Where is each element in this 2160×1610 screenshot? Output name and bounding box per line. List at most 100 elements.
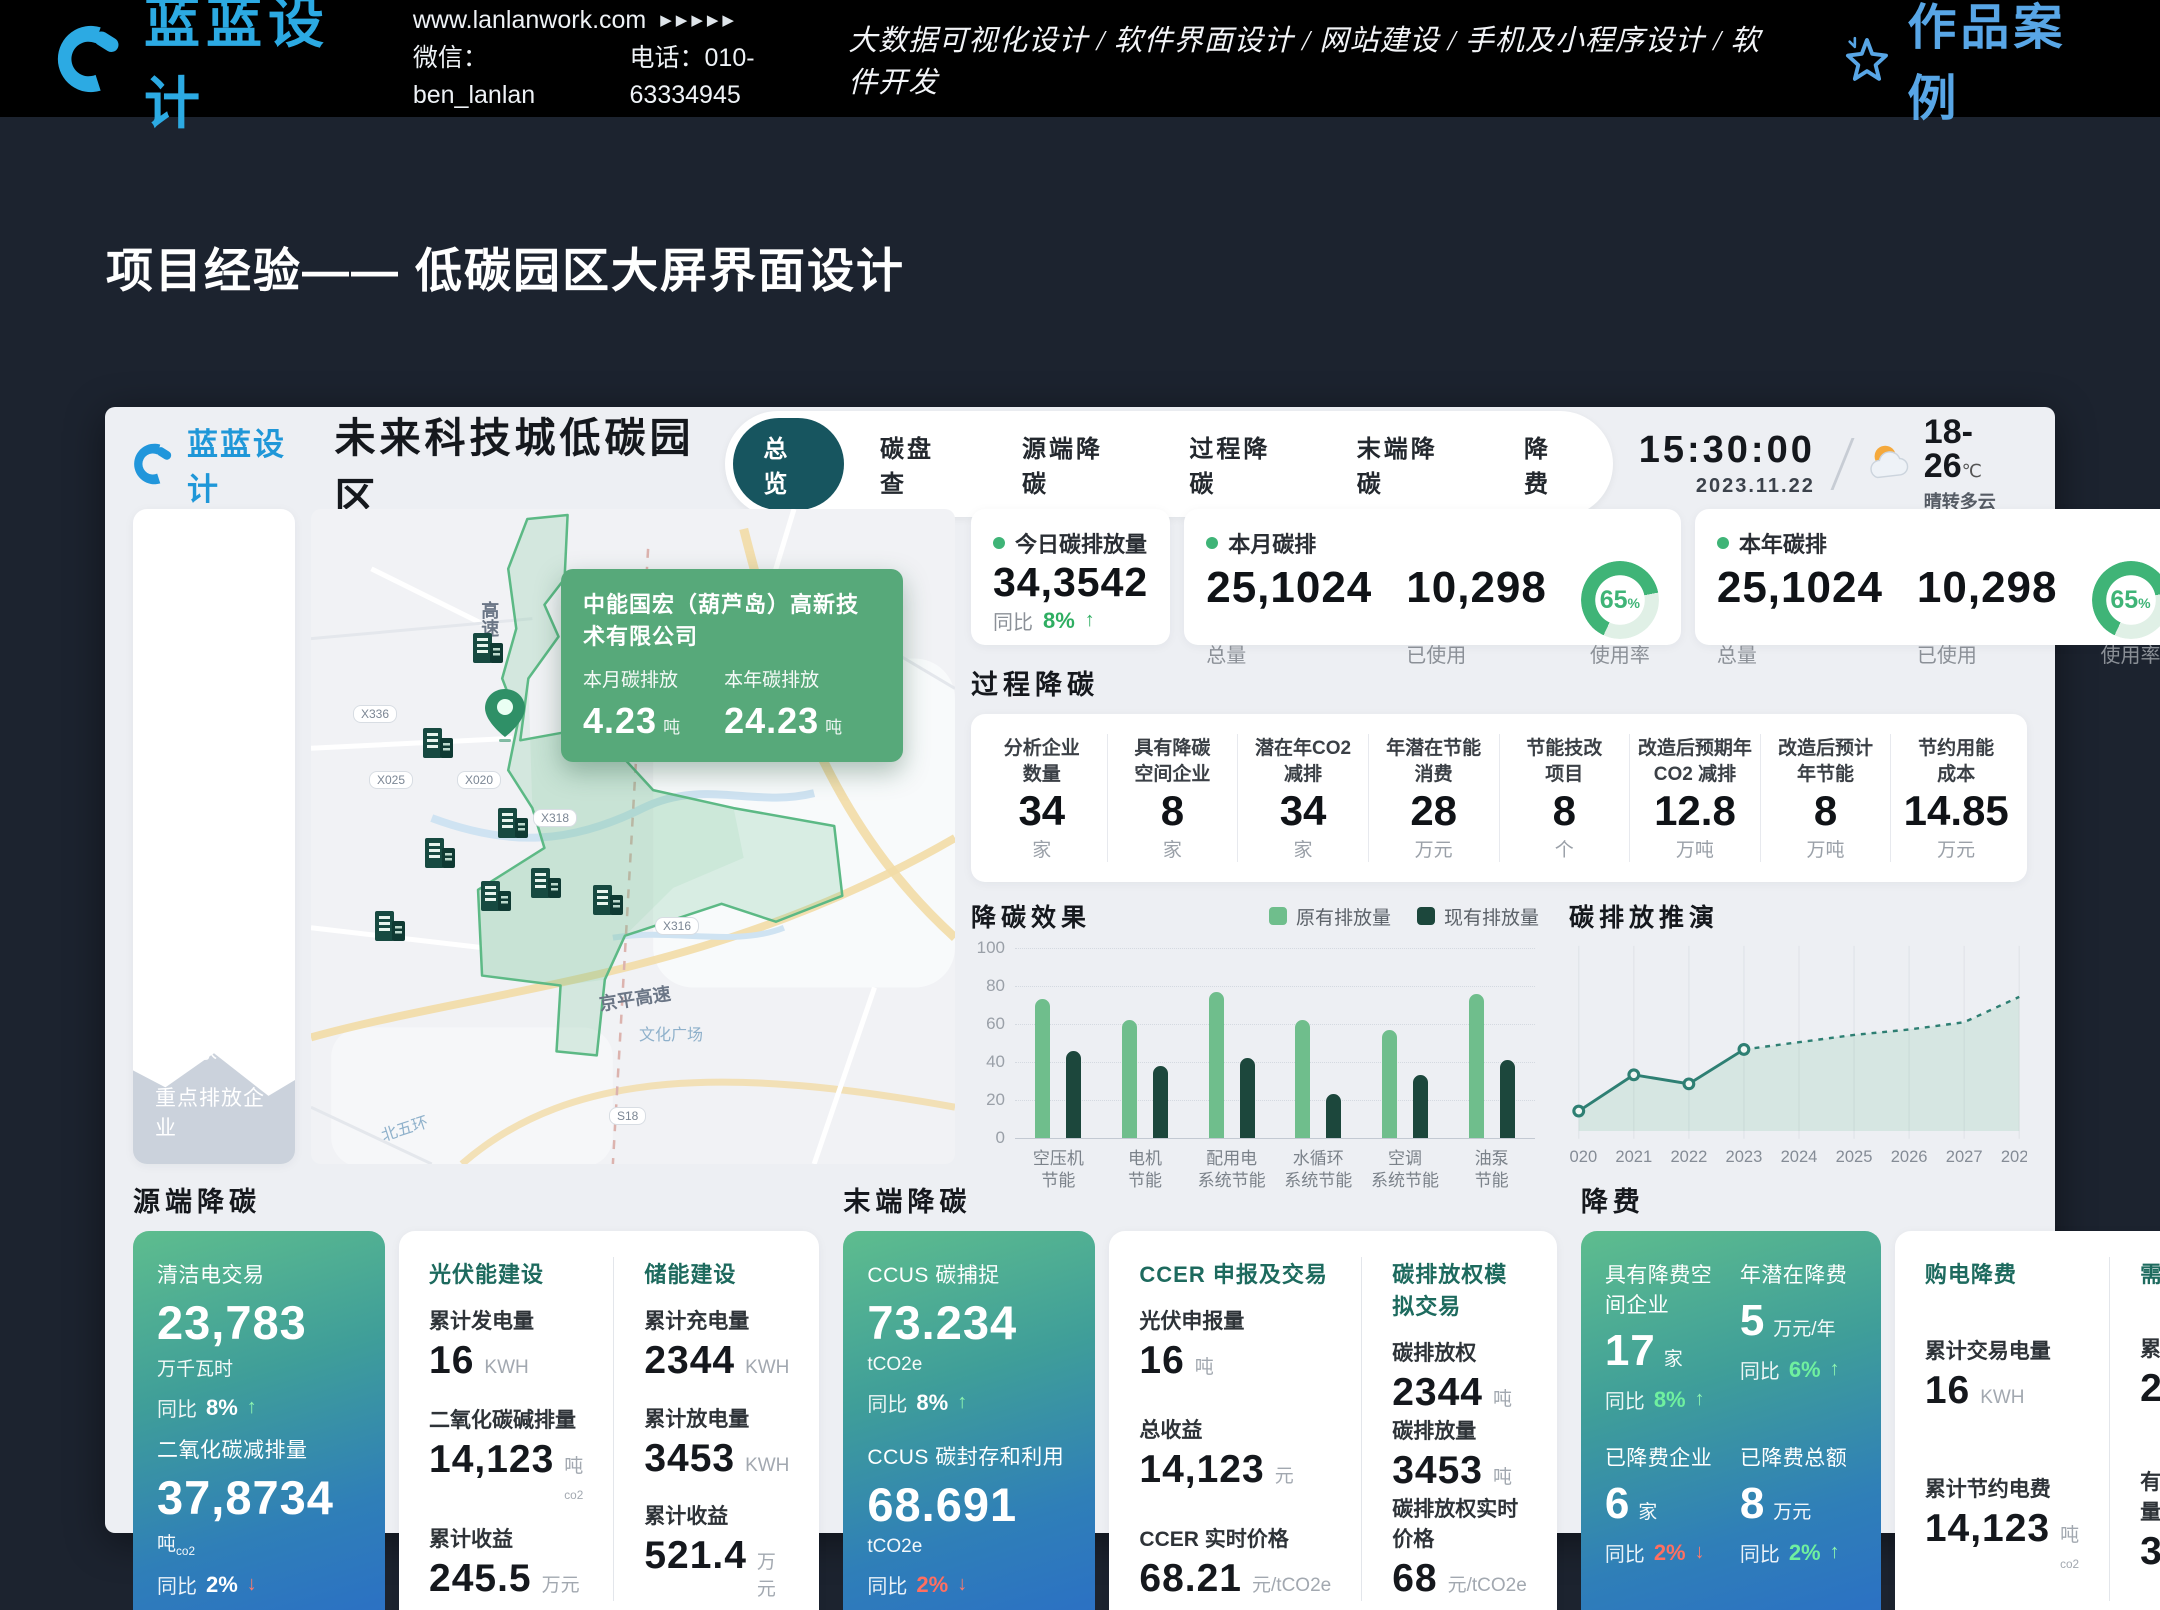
yoy-label: 同比 (867, 1388, 907, 1417)
building-marker-icon[interactable] (479, 877, 513, 920)
svg-text:2028: 2028 (2001, 1147, 2027, 1166)
detail-item: 累计交易电量16KWH (1925, 1335, 2079, 1413)
yoy-label: 同比 (993, 606, 1033, 635)
road-badge: X318 (533, 809, 577, 827)
tab-总览[interactable]: 总览 (733, 418, 844, 510)
kpi-year-label: 本年碳排 (1739, 527, 1827, 559)
sidebar-stat: 42家园区投产企业 (151, 539, 277, 695)
green-summary-card: 清洁电交易23,783万千瓦时同比8%↑二氧化碳减排量37,8734吨co2同比… (133, 1231, 385, 1610)
value-unit: 万千瓦时 (157, 1354, 233, 1381)
value-unit: 万元 (1773, 1497, 1811, 1524)
green-stat-value: 6 (1605, 1482, 1630, 1526)
detail-item-value: 16 (1139, 1339, 1184, 1383)
svg-text:2020: 2020 (1569, 1147, 1597, 1166)
detail-item-value: 3453 (2140, 1530, 2160, 1574)
bar-现有排放量[interactable] (1066, 1051, 1081, 1138)
green-stat-value-row: 37,8734吨co2 (157, 1474, 361, 1558)
building-marker-icon[interactable] (496, 804, 530, 847)
bar-原有排放量[interactable] (1295, 1020, 1310, 1138)
process-stat-unit: 万元 (1937, 835, 1975, 862)
kpi-card-month: 本月碳排 25,1024总量 10,298已使用 65% 使用率 (1184, 509, 1681, 645)
bar-原有排放量[interactable] (1035, 999, 1050, 1138)
green-stat-label: 具有降费空间企业 (1605, 1259, 1722, 1319)
green-stat-label: 已降费企业 (1605, 1442, 1722, 1472)
detail-column-heading: 光伏能建设 (429, 1257, 583, 1289)
value-unit: 家 (1664, 1344, 1683, 1371)
bottom-sections: 源端降碳清洁电交易23,783万千瓦时同比8%↑二氧化碳减排量37,8734吨c… (133, 1180, 2027, 1610)
process-stat-label: 改造后预计 年节能 (1778, 736, 1873, 787)
bar-现有排放量[interactable] (1413, 1075, 1428, 1138)
bar-原有排放量[interactable] (1469, 994, 1484, 1138)
detail-column-heading: 碳排放权模拟交易 (1392, 1257, 1527, 1321)
detail-item: 累计收益521.4万元 (644, 1500, 789, 1601)
bar-原有排放量[interactable] (1209, 992, 1224, 1138)
detail-item-value: 2344 (1392, 1371, 1483, 1415)
green-dot-icon (993, 537, 1005, 549)
green-stat-value: 17 (1605, 1329, 1656, 1373)
year-rate-label: 使用率 (2101, 639, 2160, 668)
building-marker-icon[interactable] (421, 724, 455, 767)
green-stat-value: 73.234 (867, 1299, 1017, 1346)
bar-原有排放量[interactable] (1122, 1020, 1137, 1138)
value-unit: 元/tCO2e (1252, 1570, 1331, 1597)
tab-降费[interactable]: 降费 (1494, 418, 1605, 510)
sidebar-stat-unit: 家 (232, 896, 254, 918)
process-stat-value: 8 (1553, 787, 1576, 835)
detail-item-label: 累计充电量 (644, 1305, 789, 1335)
building-marker-icon[interactable] (373, 907, 407, 950)
building-marker-icon[interactable] (529, 864, 563, 907)
tab-过程降碳[interactable]: 过程降碳 (1159, 418, 1320, 510)
detail-item-value: 14,123 (1925, 1507, 2050, 1551)
bar-现有排放量[interactable] (1500, 1060, 1515, 1138)
map-pin-icon[interactable] (483, 687, 527, 743)
value-unit: 吨co2 (157, 1529, 195, 1558)
gauge-suffix: % (2138, 595, 2150, 611)
green-summary-card: 具有降费空间企业17家同比8%↑年潜在降费5万元/年同比6%↑已降费企业6家同比… (1581, 1231, 1881, 1610)
tab-源端降碳[interactable]: 源端降碳 (992, 418, 1153, 510)
process-stat-label: 年潜在节能 消费 (1386, 736, 1481, 787)
site-phone: 电话：010-63334945 (630, 40, 849, 115)
building-marker-icon[interactable] (591, 881, 625, 924)
bar-group (1188, 948, 1275, 1138)
y-axis-tick: 0 (971, 1128, 1005, 1148)
bar-现有排放量[interactable] (1240, 1058, 1255, 1138)
process-stat-unit: 家 (1294, 835, 1313, 862)
detail-item-value: 245.5 (429, 1557, 532, 1601)
section-末端降碳: 末端降碳CCUS 碳捕捉73.234tCO2e同比8%↑CCUS 碳封存和利用6… (843, 1180, 1556, 1610)
svg-text:2022: 2022 (1670, 1147, 1707, 1166)
detail-items: 累计收益2344KWH有效响应总电量3453KWH (2140, 1305, 2160, 1601)
detail-items: 光伏申报量16吨总收益14,123元CCER 实时价格68.21元/tCO2e (1139, 1305, 1331, 1601)
bar-原有排放量[interactable] (1382, 1030, 1397, 1138)
park-map[interactable]: 中能国宏（葫芦岛）高新技术有限公司 本月碳排放 4.23吨 本年碳排放 24.2… (311, 509, 955, 1164)
green-stat-value: 68.691 (867, 1481, 1017, 1528)
tab-末端降碳[interactable]: 末端降碳 (1327, 418, 1488, 510)
detail-column-heading: 购电降费 (1925, 1257, 2079, 1289)
gauge-suffix: % (1628, 595, 1640, 611)
detail-item-value: 14,123 (429, 1438, 554, 1482)
green-stat: 已降费总额8万元同比2%↑ (1740, 1442, 1857, 1567)
detail-item-label: 二氧化碳碱排量 (429, 1404, 583, 1434)
detail-item-value-row: 14,123 吨co2 (429, 1438, 583, 1502)
detail-item-value-row: 14,123元 (1139, 1448, 1331, 1492)
yoy-pct: 2% (206, 1572, 238, 1598)
bar-category-label: 油泵 节能 (1448, 1148, 1535, 1192)
usage-gauge: 65% (2092, 561, 2160, 639)
y-axis-tick: 60 (971, 1014, 1005, 1034)
detail-item-value: 68 (1392, 1557, 1437, 1601)
detail-item-label: 累计交易电量 (1925, 1335, 2079, 1365)
portfolio-link[interactable]: 作品案例 (1841, 0, 2104, 130)
yoy-row: 同比2%↓ (1605, 1538, 1722, 1567)
value-unit: 吨co2 (564, 1451, 583, 1502)
bar-现有排放量[interactable] (1153, 1066, 1168, 1138)
process-stat-label: 节约用能 成本 (1918, 736, 1994, 787)
weather: 18-26℃ 晴转多云 (1864, 415, 2027, 514)
bar-现有排放量[interactable] (1326, 1094, 1341, 1138)
kpi-today-value: 34,3542 (993, 559, 1148, 606)
building-marker-icon[interactable] (423, 834, 457, 877)
tab-碳盘查[interactable]: 碳盘查 (850, 418, 986, 510)
tooltip-month-unit: 吨 (663, 718, 680, 737)
building-marker-icon[interactable] (471, 629, 505, 672)
yoy-row: 同比6%↑ (1740, 1355, 1857, 1384)
value-unit: 万元 (542, 1570, 580, 1597)
detail-item-value: 14,123 (1139, 1448, 1264, 1492)
